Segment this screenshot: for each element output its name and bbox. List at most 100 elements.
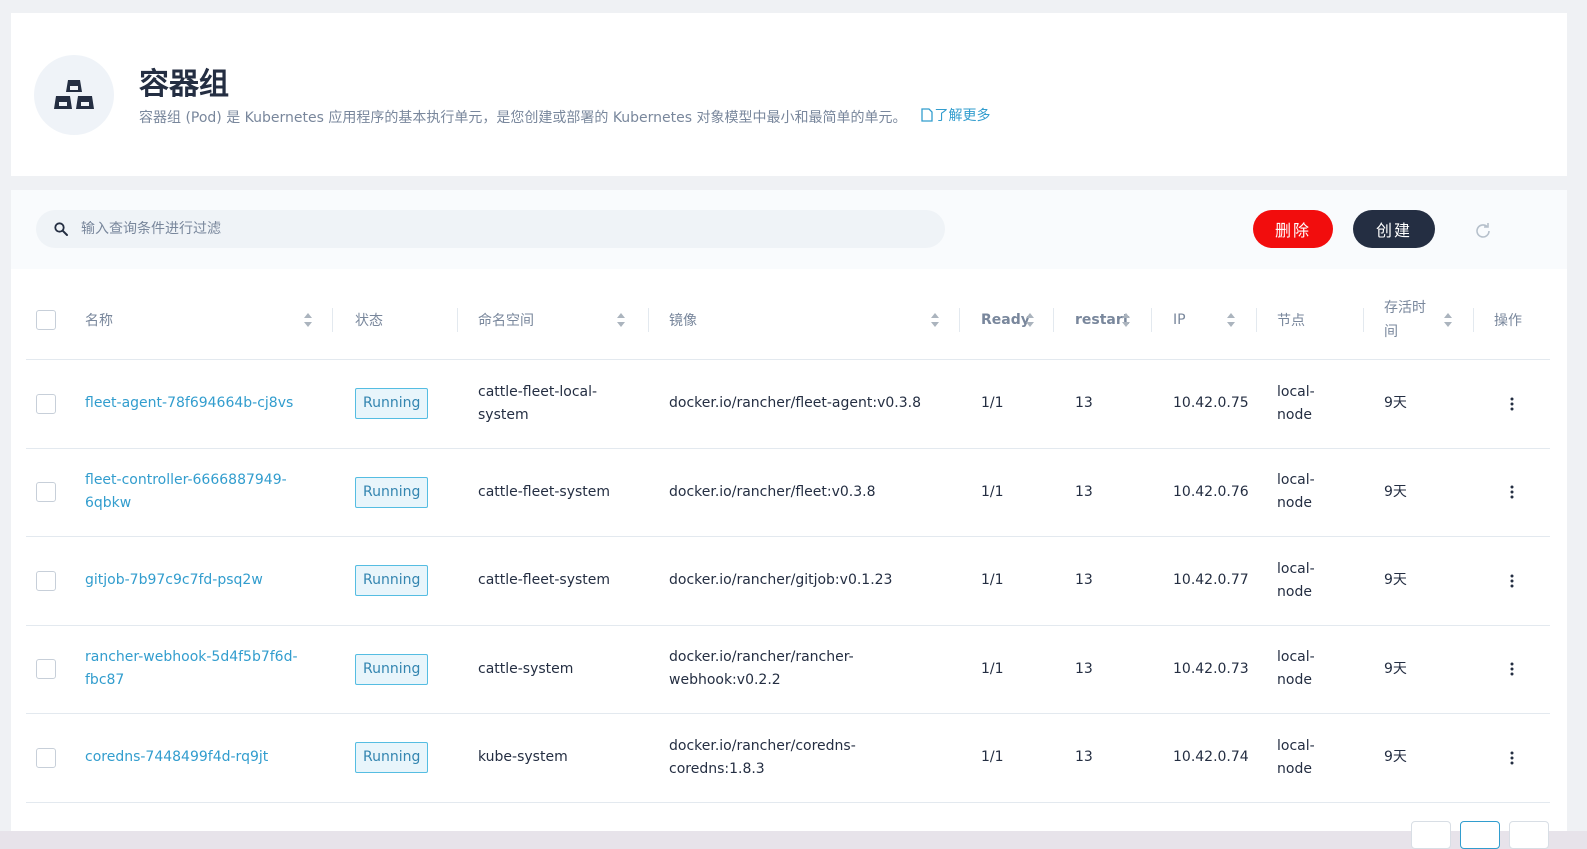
row-checkbox[interactable]: [36, 570, 56, 591]
node-line: node: [1277, 406, 1312, 423]
column-node-label: 节点: [1277, 313, 1305, 329]
sort-icon[interactable]: [616, 312, 626, 328]
sort-icon[interactable]: [1121, 312, 1131, 328]
actions-cell: [1502, 537, 1522, 625]
row-checkbox[interactable]: [36, 393, 56, 414]
image-cell: docker.io/rancher/rancher-webhook:v0.2.2: [669, 626, 949, 714]
pagination-page-button[interactable]: [1460, 821, 1500, 849]
ip-cell: 10.42.0.76: [1173, 483, 1249, 500]
delete-button[interactable]: 删除: [1253, 210, 1333, 248]
restart-cell: 13: [1075, 395, 1093, 412]
page-description-text: 容器组 (Pod) 是 Kubernetes 应用程序的基本执行单元，是您创建或…: [139, 110, 907, 126]
row-checkbox[interactable]: [36, 747, 56, 768]
pod-list-panel: 删除 创建 名称 状态 命名空间 镜: [11, 190, 1567, 849]
ip-cell: 10.42.0.77: [1173, 572, 1249, 589]
more-vertical-icon[interactable]: [1502, 571, 1522, 591]
node-line: local-: [1277, 560, 1315, 577]
node-line: node: [1277, 672, 1312, 689]
column-divider: [1151, 308, 1152, 332]
pod-name-link[interactable]: rancher-webhook-5d4f5b7f6d-fbc87: [85, 646, 298, 692]
ready-cell: 1/1: [981, 749, 1004, 766]
row-select-cell: [36, 360, 56, 448]
column-divider: [457, 308, 458, 332]
node-line: node: [1277, 760, 1312, 777]
sort-icon[interactable]: [1226, 312, 1236, 328]
image-cell: docker.io/rancher/gitjob:v0.1.23: [669, 537, 949, 625]
actions-cell: [1502, 449, 1522, 537]
column-ready-label: Ready: [981, 312, 1030, 328]
pod-name-line: coredns-7448499f4d-rq9jt: [85, 749, 269, 766]
column-restart[interactable]: restart: [1075, 280, 1152, 360]
status-badge: Running: [355, 742, 429, 774]
column-ip[interactable]: IP: [1173, 280, 1257, 360]
pod-name-line: gitjob-7b97c9c7fd-psq2w: [85, 572, 263, 589]
bottom-strip: [0, 831, 1587, 849]
sort-icon[interactable]: [930, 312, 940, 328]
pod-name-link[interactable]: coredns-7448499f4d-rq9jt: [85, 746, 268, 769]
more-vertical-icon[interactable]: [1502, 394, 1522, 414]
ready-cell: 1/1: [981, 483, 1004, 500]
pagination-prev-button[interactable]: [1411, 821, 1451, 849]
refresh-icon[interactable]: [1473, 221, 1493, 241]
restart-cell: 13: [1075, 483, 1093, 500]
table-row: fleet-agent-78f694664b-cj8vs Running cat…: [26, 360, 1550, 449]
node-line: local-: [1277, 472, 1315, 489]
status-cell: Running: [355, 714, 429, 802]
age-cell: 9天: [1384, 395, 1407, 412]
page-title: 容器组: [139, 67, 229, 102]
sort-icon[interactable]: [1025, 312, 1035, 328]
row-select-cell: [36, 537, 56, 625]
ip-cell: 10.42.0.74: [1173, 749, 1249, 766]
table-header: 名称 状态 命名空间 镜像 Ready restart IP 节点 存活时间 操…: [26, 280, 1550, 360]
column-divider: [648, 308, 649, 332]
node-line: node: [1277, 583, 1312, 600]
pod-name-line: fleet-controller-6666887949-: [85, 472, 287, 489]
column-age[interactable]: 存活时间: [1384, 280, 1474, 360]
table-row: coredns-7448499f4d-rq9jt Running kube-sy…: [26, 714, 1550, 803]
toolbar: 删除 创建: [11, 190, 1567, 269]
status-badge: Running: [355, 388, 429, 420]
column-divider: [959, 308, 960, 332]
sort-icon[interactable]: [1443, 312, 1453, 328]
image-line: docker.io/rancher/rancher-: [669, 649, 854, 666]
node-line: local-: [1277, 737, 1315, 754]
status-cell: Running: [355, 626, 429, 714]
namespace-cell: kube-system: [478, 714, 638, 802]
pod-name-link[interactable]: gitjob-7b97c9c7fd-psq2w: [85, 569, 263, 592]
pagination-next-button[interactable]: [1509, 821, 1549, 849]
more-vertical-icon[interactable]: [1502, 659, 1522, 679]
restart-cell: 13: [1075, 572, 1093, 589]
pods-icon: [34, 55, 114, 135]
column-image-label: 镜像: [669, 313, 697, 329]
status-cell: Running: [355, 449, 429, 537]
status-badge: Running: [355, 565, 429, 597]
search-bar[interactable]: [36, 210, 945, 248]
more-vertical-icon[interactable]: [1502, 482, 1522, 502]
restart-cell: 13: [1075, 749, 1093, 766]
namespace-line: cattle-fleet-local-: [478, 383, 598, 400]
select-all-checkbox[interactable]: [36, 310, 56, 330]
status-badge: Running: [355, 476, 429, 508]
sort-icon[interactable]: [303, 312, 313, 328]
node-cell: local-node: [1277, 360, 1315, 448]
row-checkbox[interactable]: [36, 659, 56, 680]
pod-name-line: rancher-webhook-5d4f5b7f6d-: [85, 649, 298, 666]
node-line: local-: [1277, 383, 1315, 400]
pod-name-link[interactable]: fleet-controller-6666887949- 6qbkw: [85, 469, 287, 515]
column-divider: [1053, 308, 1054, 332]
column-namespace[interactable]: 命名空间: [478, 280, 649, 360]
row-checkbox[interactable]: [36, 482, 56, 503]
column-ready[interactable]: Ready: [981, 280, 1054, 360]
learn-more-link[interactable]: 了解更多: [920, 105, 991, 125]
actions-cell: [1502, 714, 1522, 802]
search-input[interactable]: [81, 221, 901, 237]
namespace-line: system: [478, 406, 529, 423]
column-name[interactable]: 名称: [85, 280, 333, 360]
page-header: 容器组 容器组 (Pod) 是 Kubernetes 应用程序的基本执行单元，是…: [11, 13, 1567, 176]
column-image[interactable]: 镜像: [669, 280, 960, 360]
more-vertical-icon[interactable]: [1502, 748, 1522, 768]
create-button[interactable]: 创建: [1353, 210, 1435, 248]
namespace-cell: cattle-fleet-system: [478, 449, 638, 537]
pod-name-link[interactable]: fleet-agent-78f694664b-cj8vs: [85, 392, 293, 415]
row-select-cell: [36, 714, 56, 802]
